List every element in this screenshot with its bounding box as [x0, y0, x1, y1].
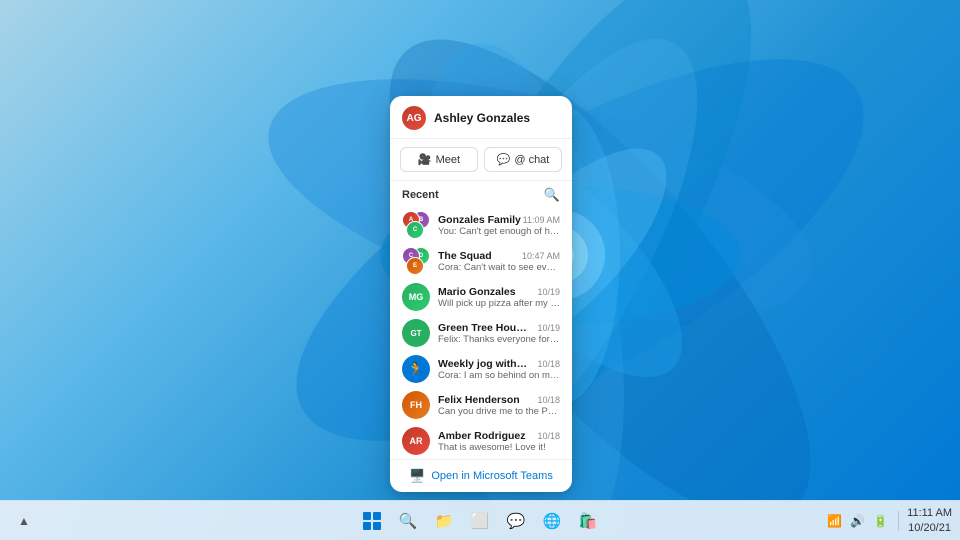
chat-item-content: Felix Henderson 10/18 Can you drive me t… [438, 394, 560, 417]
message-time: 10/18 [537, 359, 560, 369]
message-time: 10/18 [537, 431, 560, 441]
list-item[interactable]: 🏃 Weekly jog with Cora 10/18 Cora: I am … [390, 351, 572, 387]
chat-popup: AG Ashley Gonzales 🎥 Meet 💬 @ chat Recen… [390, 96, 572, 492]
search-icon[interactable]: 🔍 [544, 187, 560, 203]
tray-icons: 📶 🔊 🔋 [825, 512, 890, 530]
contact-name: Gonzales Family [438, 214, 521, 226]
contact-avatar: 🏃 [402, 355, 430, 383]
taskbar-left: ▲ [0, 505, 40, 537]
windows-logo [363, 512, 381, 530]
list-item[interactable]: AR Amber Rodriguez 10/18 That is awesome… [390, 423, 572, 459]
message-time: 10/19 [537, 323, 560, 333]
video-icon: 🎥 [418, 153, 432, 166]
recent-header: Recent 🔍 [390, 181, 572, 207]
clock[interactable]: 11:11 AM 10/20/21 [907, 506, 952, 535]
group-avatar: C D E [402, 247, 430, 275]
recent-label: Recent [402, 189, 439, 201]
battery-icon[interactable]: 🔋 [871, 512, 890, 530]
start-button[interactable] [356, 505, 388, 537]
list-item[interactable]: A B C Gonzales Family 11:09 AM You: Can'… [390, 207, 572, 243]
contact-avatar: GT [402, 319, 430, 347]
volume-icon[interactable]: 🔊 [848, 512, 867, 530]
group-avatar: A B C [402, 211, 430, 239]
message-time: 10/19 [537, 287, 560, 297]
meet-button[interactable]: 🎥 Meet [400, 147, 478, 172]
contact-name: Amber Rodriguez [438, 430, 526, 442]
message-preview: That is awesome! Love it! [438, 442, 560, 453]
contact-name: Green Tree House PTA [438, 322, 528, 334]
message-time: 11:09 AM [523, 215, 560, 225]
message-time: 10/18 [537, 395, 560, 405]
taskbar: ▲ 🔍 📁 ⬜ 💬 🌐 🛍️ 📶 [0, 500, 960, 540]
chat-item-content: Gonzales Family 11:09 AM You: Can't get … [438, 214, 560, 237]
chat-label: @ chat [514, 154, 549, 166]
current-date: 10/20/21 [907, 521, 952, 535]
contact-avatar: FH [402, 391, 430, 419]
contact-name: Mario Gonzales [438, 286, 516, 298]
list-item[interactable]: MG Mario Gonzales 10/19 Will pick up piz… [390, 279, 572, 315]
edge-button[interactable]: 🌐 [536, 505, 568, 537]
chat-item-content: Amber Rodriguez 10/18 That is awesome! L… [438, 430, 560, 453]
taskbar-center: 🔍 📁 ⬜ 💬 🌐 🛍️ [356, 505, 604, 537]
chat-item-content: Weekly jog with Cora 10/18 Cora: I am so… [438, 358, 560, 381]
contact-name: Weekly jog with Cora [438, 358, 528, 370]
chat-item-content: The Squad 10:47 AM Cora: Can't wait to s… [438, 250, 560, 273]
open-teams-label: Open in Microsoft Teams [431, 470, 552, 482]
message-preview: You: Can't get enough of her. [438, 226, 560, 237]
contact-avatar: MG [402, 283, 430, 311]
message-preview: Felix: Thanks everyone for attending tod… [438, 334, 560, 345]
list-item[interactable]: GT Green Tree House PTA 10/19 Felix: Tha… [390, 315, 572, 351]
action-buttons: 🎥 Meet 💬 @ chat [390, 139, 572, 181]
chat-item-content: Green Tree House PTA 10/19 Felix: Thanks… [438, 322, 560, 345]
message-time: 10:47 AM [522, 251, 560, 261]
teams-icon: 🖥️ [409, 468, 425, 484]
system-tray: 📶 🔊 🔋 11:11 AM 10/20/21 [825, 506, 960, 535]
user-avatar: AG [402, 106, 426, 130]
user-name: Ashley Gonzales [434, 111, 530, 125]
list-item[interactable]: FH Felix Henderson 10/18 Can you drive m… [390, 387, 572, 423]
message-preview: Cora: I am so behind on my step goals. [438, 370, 560, 381]
chat-button[interactable]: 💬 @ chat [484, 147, 562, 172]
message-preview: Will pick up pizza after my practice. [438, 298, 560, 309]
file-explorer-button[interactable]: 📁 [428, 505, 460, 537]
contact-name: The Squad [438, 250, 492, 262]
current-time: 11:11 AM [907, 506, 952, 520]
message-preview: Cora: Can't wait to see everyone! [438, 262, 560, 273]
contact-name: Felix Henderson [438, 394, 520, 406]
conversation-list: A B C Gonzales Family 11:09 AM You: Can'… [390, 207, 572, 459]
meet-label: Meet [436, 154, 460, 166]
desktop: AG Ashley Gonzales 🎥 Meet 💬 @ chat Recen… [0, 0, 960, 540]
teams-chat-button[interactable]: 💬 [500, 505, 532, 537]
chat-icon: 💬 [497, 153, 511, 166]
contact-avatar: AR [402, 427, 430, 455]
list-item[interactable]: C D E The Squad 10:47 AM Cora: Can't wai… [390, 243, 572, 279]
open-teams-button[interactable]: 🖥️ Open in Microsoft Teams [390, 459, 572, 492]
wifi-icon[interactable]: 📶 [825, 512, 844, 530]
snap-layouts-button[interactable]: ⬜ [464, 505, 496, 537]
chevron-up-icon[interactable]: ▲ [8, 505, 40, 537]
search-button[interactable]: 🔍 [392, 505, 424, 537]
chat-popup-header: AG Ashley Gonzales [390, 96, 572, 139]
chat-item-content: Mario Gonzales 10/19 Will pick up pizza … [438, 286, 560, 309]
store-button[interactable]: 🛍️ [572, 505, 604, 537]
tray-divider [898, 511, 899, 531]
message-preview: Can you drive me to the PTA today? [438, 406, 560, 417]
